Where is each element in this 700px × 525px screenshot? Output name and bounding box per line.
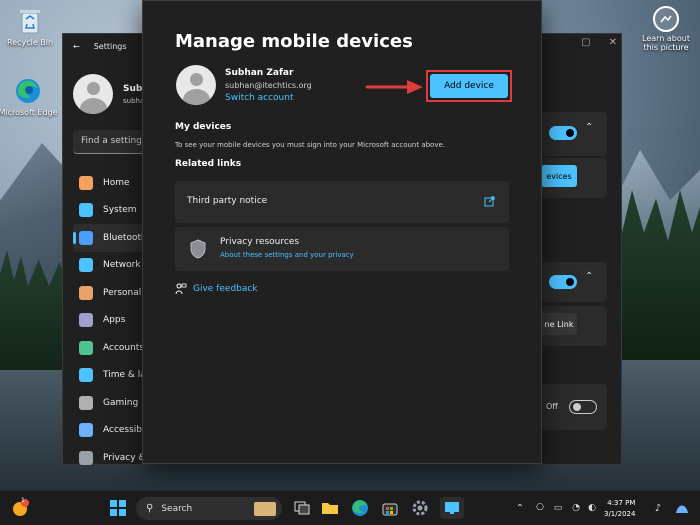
clock-date: 3/1/2024 bbox=[604, 510, 636, 518]
sidebar-item-label: Accounts bbox=[103, 342, 145, 353]
taskbar: 1 ⚲ Search ⌃ ⎔ ▭ ◔ ◐ 4:37 PM 3/1/2024 ♪ bbox=[0, 490, 700, 525]
third-party-notice-card[interactable]: Third party notice bbox=[175, 181, 509, 223]
avatar bbox=[176, 65, 216, 105]
sidebar-item-label: Apps bbox=[103, 315, 126, 326]
recycle-bin-icon bbox=[15, 6, 45, 36]
settings-title: Settings bbox=[93, 42, 127, 51]
toggle-state-label: Off bbox=[546, 402, 558, 411]
widgets-icon[interactable]: 1 bbox=[10, 497, 30, 518]
red-arrow-annotation bbox=[365, 80, 423, 94]
bluetooth-card: ⌃ bbox=[541, 112, 607, 156]
desktop-icon-label: Recycle Bin bbox=[6, 38, 54, 47]
phone-link-card: ne Link bbox=[541, 306, 607, 346]
person-icon bbox=[79, 340, 93, 355]
related-links-heading: Related links bbox=[175, 159, 242, 169]
privacy-resources-label: Privacy resources bbox=[220, 237, 300, 247]
taskbar-search[interactable]: ⚲ Search bbox=[136, 497, 282, 520]
search-highlight-icon bbox=[254, 501, 276, 516]
back-arrow-icon[interactable]: ← bbox=[73, 42, 80, 51]
network-status-icon[interactable]: ⎔ bbox=[530, 498, 550, 518]
camera-icon bbox=[653, 6, 679, 32]
shield-icon bbox=[79, 450, 93, 465]
sidebar-item-label: Privacy & bbox=[103, 452, 146, 463]
add-devices-button[interactable]: evices bbox=[541, 165, 577, 187]
phone-link-button[interactable]: ne Link bbox=[541, 313, 577, 335]
chevron-up-icon[interactable]: ⌃ bbox=[585, 271, 593, 282]
edge-icon[interactable] bbox=[350, 498, 370, 518]
copilot-icon[interactable] bbox=[672, 498, 692, 518]
external-link-icon bbox=[484, 196, 495, 207]
privacy-resources-card: Privacy resources About these settings a… bbox=[175, 227, 509, 271]
wifi-icon bbox=[79, 258, 93, 273]
switch-account-link[interactable]: Switch account bbox=[225, 93, 293, 103]
sidebar-item-label: Time & la bbox=[103, 370, 146, 381]
give-feedback-label: Give feedback bbox=[193, 284, 258, 294]
chevron-up-icon[interactable]: ⌃ bbox=[585, 122, 593, 133]
give-feedback-link[interactable]: Give feedback bbox=[175, 283, 258, 295]
phone-link-toggle-card: ⌃ bbox=[541, 262, 607, 302]
third-party-notice-label: Third party notice bbox=[187, 196, 268, 206]
my-devices-heading: My devices bbox=[175, 122, 232, 132]
desktop-icon-learn-picture[interactable]: Learn about this picture bbox=[636, 6, 696, 52]
clock[interactable]: 4:37 PM 3/1/2024 bbox=[604, 498, 635, 520]
apps-icon bbox=[79, 313, 93, 328]
sidebar-item-label: System bbox=[103, 205, 137, 216]
phone-link-app-icon[interactable] bbox=[440, 497, 464, 519]
clock-time: 4:37 PM bbox=[607, 499, 636, 507]
bell-icon[interactable]: ♪ bbox=[648, 498, 668, 518]
home-icon bbox=[79, 175, 93, 190]
accessibility-icon bbox=[79, 423, 93, 438]
start-button-icon[interactable] bbox=[108, 498, 128, 518]
sidebar-item-label: Gaming bbox=[103, 397, 139, 408]
phone-link-toggle[interactable] bbox=[549, 275, 577, 289]
highlight-frame: Add device bbox=[426, 70, 512, 102]
feedback-icon bbox=[175, 283, 187, 295]
window-controls: ▢ ✕ bbox=[581, 37, 617, 48]
desktop-icon-label: Microsoft Edge bbox=[0, 108, 58, 117]
gamepad-icon bbox=[79, 395, 93, 410]
store-icon[interactable] bbox=[380, 498, 400, 518]
setting-toggle[interactable] bbox=[569, 400, 597, 414]
desktop-icon-label: Learn about this picture bbox=[642, 34, 690, 52]
manage-devices-dialog: Manage mobile devices Subhan Zafar subha… bbox=[142, 0, 542, 464]
bluetooth-icon bbox=[79, 230, 93, 245]
clock-icon bbox=[79, 368, 93, 383]
desktop-icon-edge[interactable]: Microsoft Edge bbox=[0, 76, 58, 117]
devices-card: evices bbox=[541, 158, 607, 198]
chevron-up-icon[interactable]: ⌃ bbox=[510, 498, 530, 518]
notification-badge: 1 bbox=[21, 497, 25, 504]
my-devices-text: To see your mobile devices you must sign… bbox=[175, 141, 446, 149]
add-device-button[interactable]: Add device bbox=[430, 74, 508, 98]
monitor-icon bbox=[79, 203, 93, 218]
settings-titlebar: ← Settings bbox=[73, 42, 127, 51]
search-label: Search bbox=[161, 503, 193, 514]
page-title: Manage mobile devices bbox=[175, 31, 413, 52]
setting-off-card: Off bbox=[541, 384, 607, 430]
close-icon[interactable]: ✕ bbox=[609, 37, 617, 48]
task-view-icon[interactable] bbox=[292, 498, 312, 518]
phone-tray-icon[interactable]: ▭ bbox=[548, 498, 568, 518]
volume-icon[interactable]: ◐ bbox=[582, 498, 602, 518]
privacy-settings-link[interactable]: About these settings and your privacy bbox=[220, 251, 354, 259]
shield-icon bbox=[190, 239, 206, 259]
sidebar-item-label: Home bbox=[103, 177, 130, 188]
desktop-icon-recycle-bin[interactable]: Recycle Bin bbox=[0, 6, 60, 47]
account-email: subhan@itechtics.org bbox=[225, 81, 312, 90]
sidebar-item-label: Bluetooth bbox=[103, 232, 147, 243]
account-name: Subhan Zafar bbox=[225, 68, 294, 78]
maximize-icon[interactable]: ▢ bbox=[581, 37, 590, 48]
sidebar-item-label: Accessibil bbox=[103, 425, 148, 436]
avatar bbox=[73, 74, 113, 114]
file-explorer-icon[interactable] bbox=[320, 498, 340, 518]
settings-gear-icon[interactable] bbox=[410, 498, 430, 518]
edge-icon bbox=[13, 76, 43, 106]
brush-icon bbox=[79, 285, 93, 300]
bluetooth-toggle[interactable] bbox=[549, 126, 577, 140]
search-icon: ⚲ bbox=[146, 503, 154, 514]
